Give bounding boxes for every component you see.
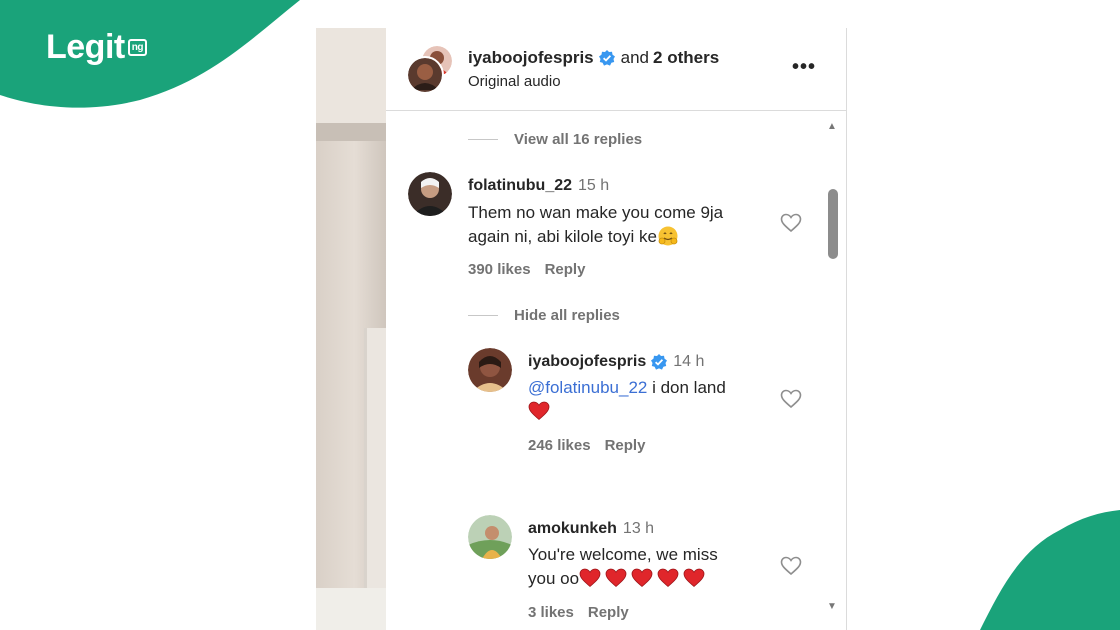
post-header-title: iyaboojofespris and 2 others	[468, 48, 719, 68]
divider-line	[468, 315, 498, 316]
reply-button[interactable]: Reply	[545, 261, 586, 278]
like-heart-icon[interactable]	[780, 556, 802, 576]
avatar[interactable]	[468, 348, 512, 392]
post-header: iyaboojofespris and 2 others Original au…	[386, 28, 846, 111]
video-ceiling	[316, 28, 386, 123]
brand-blob-top-left	[0, 0, 300, 108]
scrollbar-thumb[interactable]	[828, 189, 838, 259]
hugging-face-emoji-icon	[658, 226, 678, 246]
video-floor	[316, 588, 386, 630]
verified-badge-icon	[651, 354, 668, 370]
avatar[interactable]	[468, 515, 512, 559]
reply-time[interactable]: 13 h	[623, 520, 654, 538]
reply-meta: 3 likes Reply	[528, 604, 643, 621]
logo-suffix: ng	[127, 39, 147, 56]
comment-username[interactable]: folatinubu_22	[468, 177, 572, 195]
red-heart-emoji-icon	[683, 568, 705, 588]
reply-likes[interactable]: 246 likes	[528, 437, 591, 454]
comment-time[interactable]: 15 h	[578, 177, 609, 195]
comment-likes[interactable]: 390 likes	[468, 261, 531, 278]
post-header-and: and	[620, 48, 650, 67]
site-logo[interactable]: Legit ng	[46, 28, 147, 67]
reply-button[interactable]: Reply	[605, 437, 646, 454]
scroll-down-arrow-icon[interactable]: ▼	[827, 601, 837, 612]
video-preview[interactable]	[316, 28, 389, 630]
divider-line	[468, 139, 498, 140]
comment-meta: 390 likes Reply	[468, 261, 599, 278]
red-heart-emoji-icon	[657, 568, 679, 588]
like-heart-icon[interactable]	[780, 389, 802, 409]
reply-time[interactable]: 14 h	[673, 353, 704, 371]
post-others[interactable]: 2 others	[653, 48, 719, 68]
view-all-replies-button[interactable]: View all 16 replies	[514, 131, 642, 148]
red-heart-emoji-icon	[631, 568, 653, 588]
reply-username-row: amokunkeh 13 h	[528, 520, 654, 538]
scroll-up-arrow-icon[interactable]: ▲	[827, 121, 837, 132]
reply-body-line1: You're welcome, we miss	[528, 545, 718, 564]
red-heart-emoji-icon	[579, 568, 601, 588]
video-wall-edge	[316, 123, 386, 141]
more-options-icon[interactable]: •••	[792, 56, 816, 79]
comment-username-row: folatinubu_22 15 h	[468, 177, 609, 195]
brand-blob-bottom-right	[980, 510, 1120, 630]
reply-username[interactable]: iyaboojofespris	[528, 353, 646, 371]
reply-button[interactable]: Reply	[588, 604, 629, 621]
avatar	[406, 56, 444, 94]
hide-all-replies-button[interactable]: Hide all replies	[514, 307, 620, 324]
mention-link[interactable]: @folatinubu_22	[528, 378, 647, 397]
audio-label[interactable]: Original audio	[468, 73, 561, 90]
red-heart-emoji-icon	[605, 568, 627, 588]
reply-meta: 246 likes Reply	[528, 437, 659, 454]
red-heart-emoji-icon	[528, 401, 550, 421]
comment-body: Them no wan make you come 9ja again ni, …	[468, 203, 724, 246]
verified-badge-icon	[598, 50, 615, 66]
comments-panel: iyaboojofespris and 2 others Original au…	[386, 28, 847, 630]
comments-scroll-area[interactable]: ▲ ▼ View all 16 replies folatinubu_22 15…	[386, 111, 846, 630]
reply-body-line2: you oo	[528, 569, 580, 588]
avatar[interactable]	[408, 172, 452, 216]
reply-username-row: iyaboojofespris 14 h	[528, 353, 704, 371]
reply-text: You're welcome, we miss you oo	[528, 543, 768, 591]
reply-text: @folatinubu_22 i don land	[528, 376, 768, 424]
logo-text: Legit	[46, 28, 125, 66]
post-author[interactable]: iyaboojofespris	[468, 48, 594, 68]
reply-likes[interactable]: 3 likes	[528, 604, 574, 621]
comment-text: Them no wan make you come 9ja again ni, …	[468, 201, 758, 249]
like-heart-icon[interactable]	[780, 213, 802, 233]
reply-username[interactable]: amokunkeh	[528, 520, 617, 538]
reply-body: i don land	[652, 378, 726, 397]
